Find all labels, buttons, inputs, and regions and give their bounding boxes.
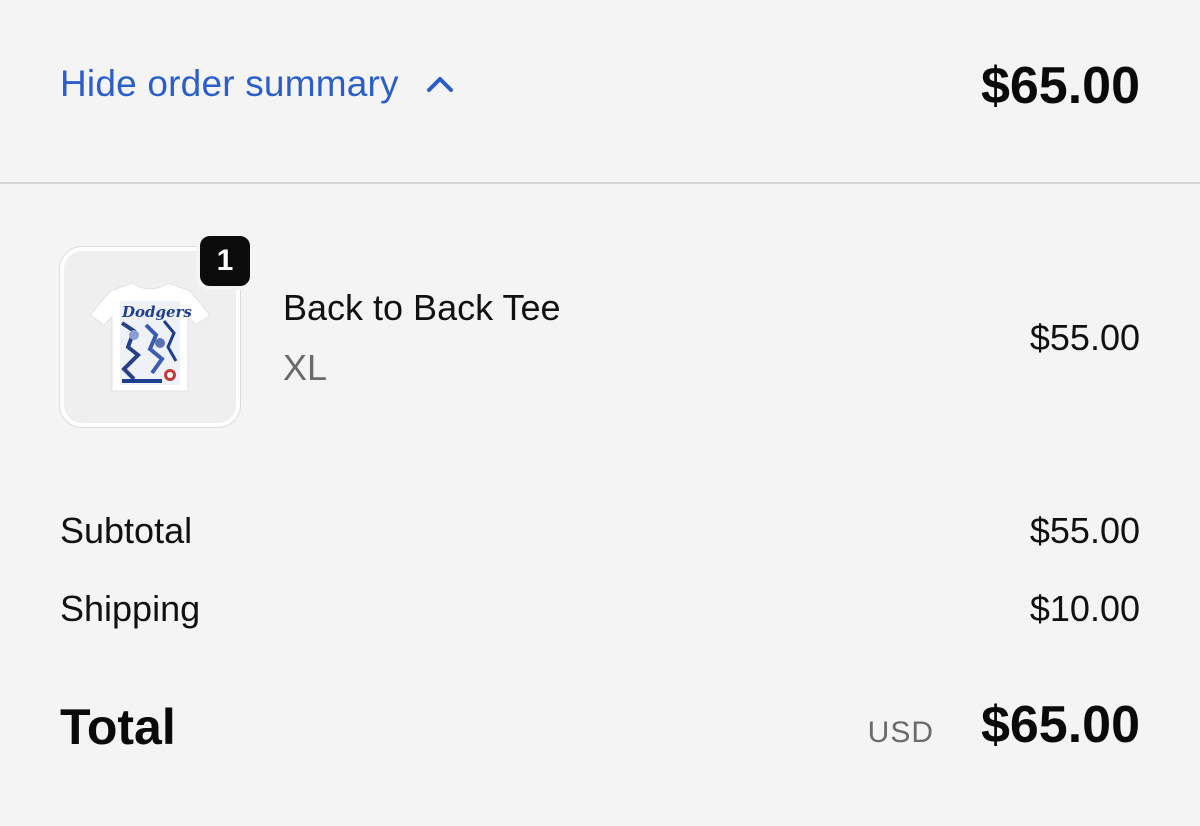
quantity-badge: 1 xyxy=(196,232,254,290)
subtotal-label: Subtotal xyxy=(60,510,193,551)
order-summary-page: Hide order summary $65.00 Dodgers 1 Back… xyxy=(0,0,1200,826)
product-variant: XL xyxy=(283,347,328,388)
chevron-up-icon xyxy=(426,77,453,92)
toggle-label: Hide order summary xyxy=(60,63,399,104)
product-price: $55.00 xyxy=(1029,317,1140,358)
total-currency: USD xyxy=(867,716,934,749)
total-label: Total xyxy=(60,699,176,755)
product-name: Back to Back Tee xyxy=(283,287,561,328)
shipping-value: $10.00 xyxy=(1029,588,1140,629)
svg-text:Dodgers: Dodgers xyxy=(121,303,192,321)
hide-order-summary-toggle[interactable]: Hide order summary xyxy=(60,60,455,108)
header-total-price: $65.00 xyxy=(980,57,1140,115)
order-summary-header: Hide order summary $65.00 xyxy=(0,0,1200,184)
shipping-label: Shipping xyxy=(60,588,201,629)
total-value: $65.00 xyxy=(980,696,1140,754)
subtotal-value: $55.00 xyxy=(1029,510,1140,551)
